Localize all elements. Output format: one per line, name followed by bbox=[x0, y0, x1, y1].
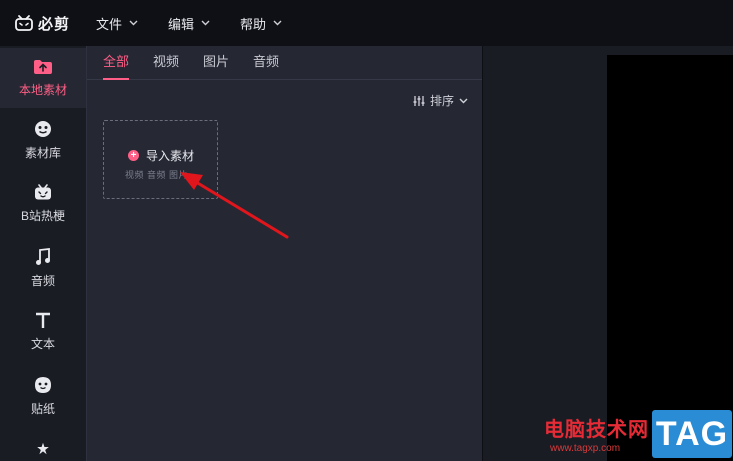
nav-label: 素材库 bbox=[24, 145, 61, 160]
left-nav: 本地素材 素材库 B站热梗 音频 文本 贴纸 bbox=[0, 46, 86, 461]
menu-file-label: 文件 bbox=[96, 16, 123, 32]
import-row: + 导入素材 bbox=[128, 147, 194, 164]
nav-label: 本地素材 bbox=[18, 82, 67, 97]
nav-material-library[interactable]: 素材库 bbox=[0, 110, 86, 170]
import-subtitle: 视频 音频 图片 bbox=[125, 170, 189, 180]
nav-bilibili-memes[interactable]: B站热梗 bbox=[0, 174, 86, 234]
nav-label: 音频 bbox=[30, 273, 55, 288]
star-icon bbox=[37, 442, 49, 455]
tab-video[interactable]: 视频 bbox=[153, 51, 179, 79]
tab-image[interactable]: 图片 bbox=[203, 51, 229, 79]
nav-audio[interactable]: 音频 bbox=[0, 238, 86, 298]
top-bar: 必剪 文件 编辑 帮助 bbox=[0, 0, 733, 46]
nav-effects[interactable] bbox=[0, 430, 86, 461]
tab-audio[interactable]: 音频 bbox=[253, 51, 279, 79]
chevron-down-icon bbox=[129, 20, 138, 26]
preview-panel bbox=[483, 46, 733, 461]
app-brand: 必剪 bbox=[14, 13, 96, 34]
plus-icon: + bbox=[128, 150, 139, 161]
nav-label: 贴纸 bbox=[30, 401, 55, 416]
sticker-face-icon bbox=[35, 376, 51, 393]
chevron-down-icon bbox=[459, 98, 468, 103]
watermark-site-name: 电脑技术网 bbox=[544, 419, 649, 441]
text-t-icon bbox=[36, 312, 50, 328]
menu-help-label: 帮助 bbox=[240, 16, 267, 32]
emoji-face-icon bbox=[35, 120, 51, 137]
nav-local-media[interactable]: 本地素材 bbox=[0, 48, 86, 108]
chevron-down-icon bbox=[201, 20, 210, 26]
folder-upload-icon bbox=[34, 59, 52, 74]
chevron-down-icon bbox=[273, 20, 282, 26]
nav-text[interactable]: 文本 bbox=[0, 302, 86, 362]
menu-edit[interactable]: 编辑 bbox=[168, 0, 210, 46]
menu-help[interactable]: 帮助 bbox=[240, 0, 282, 46]
media-tabs: 全部 视频 图片 音频 bbox=[87, 46, 482, 80]
sort-label: 排序 bbox=[429, 94, 454, 108]
bilibili-logo-icon bbox=[15, 15, 33, 31]
sliders-icon bbox=[413, 95, 425, 106]
watermark-tag-logo: TAG bbox=[652, 410, 732, 458]
preview-screen bbox=[607, 55, 733, 461]
app-name: 必剪 bbox=[38, 15, 71, 33]
import-media-button[interactable]: + 导入素材 视频 音频 图片 bbox=[103, 120, 218, 199]
music-note-icon bbox=[36, 247, 50, 265]
sort-button[interactable]: 排序 bbox=[413, 92, 468, 109]
tab-all[interactable]: 全部 bbox=[103, 51, 130, 80]
watermark-url: www.tagxp.com bbox=[550, 443, 621, 454]
nav-label: B站热梗 bbox=[20, 209, 65, 223]
nav-label: 文本 bbox=[30, 337, 55, 351]
import-label: 导入素材 bbox=[146, 149, 195, 163]
watermark: 电脑技术网 www.tagxp.com TAG bbox=[542, 410, 733, 461]
media-panel: 全部 视频 图片 音频 排序 + 导入素材 视频 音频 图片 bbox=[86, 46, 482, 461]
menu-file[interactable]: 文件 bbox=[96, 0, 138, 46]
nav-stickers[interactable]: 贴纸 bbox=[0, 366, 86, 426]
menu-edit-label: 编辑 bbox=[168, 16, 195, 32]
tv-smile-icon bbox=[35, 184, 51, 200]
